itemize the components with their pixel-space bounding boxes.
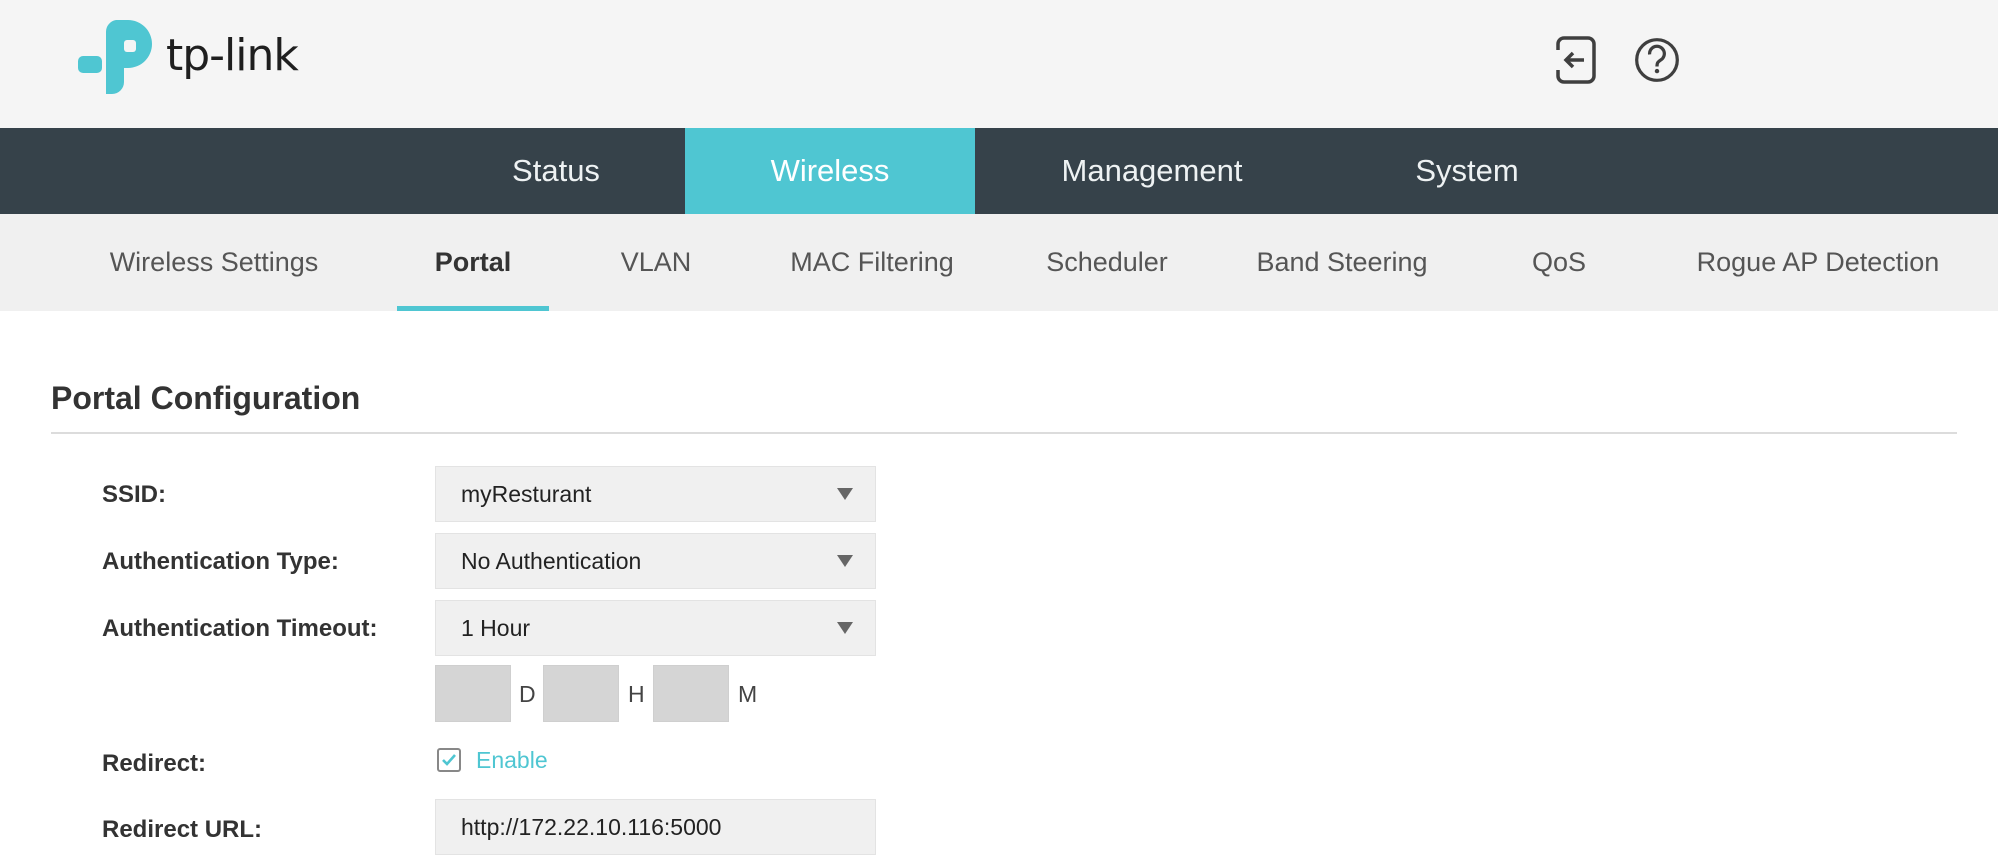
logo-text: tp-link [166,29,299,81]
auth-timeout-value: 1 Hour [461,614,531,641]
subtab-mac-filtering[interactable]: MAC Filtering [774,214,970,311]
tab-wireless[interactable]: Wireless [685,128,975,214]
tp-link-logo[interactable]: tp-link [78,18,299,102]
days-unit-label: D [519,681,536,707]
section-title: Portal Configuration [51,380,361,416]
logout-icon[interactable] [1552,34,1600,86]
tp-link-logo-icon [78,20,152,94]
auth-timeout-select[interactable]: 1 Hour [435,600,876,656]
chevron-down-icon [837,622,853,634]
chevron-down-icon [837,488,853,500]
checkmark-icon [442,754,456,766]
help-icon[interactable] [1633,34,1681,86]
timeout-hours-input[interactable] [543,665,619,722]
sub-nav: Wireless Settings Portal VLAN MAC Filter… [0,214,1998,311]
chevron-down-icon [837,555,853,567]
redirect-url-label: Redirect URL: [102,816,263,843]
auth-type-label: Authentication Type: [102,548,339,575]
header: tp-link [0,0,1998,128]
redirect-url-input[interactable]: http://172.22.10.116:5000 [435,799,876,855]
subtab-vlan[interactable]: VLAN [604,214,708,311]
redirect-enable-label[interactable]: Enable [476,747,548,774]
subtab-wireless-settings[interactable]: Wireless Settings [92,214,336,311]
subtab-portal[interactable]: Portal [397,214,549,311]
ssid-value: myResturant [461,480,592,507]
redirect-enable-checkbox[interactable] [437,748,461,772]
subtab-band-steering[interactable]: Band Steering [1242,214,1442,311]
main-nav: Status Wireless Management System [0,128,1998,214]
minutes-unit-label: M [738,681,758,707]
ssid-label: SSID: [102,481,167,508]
auth-timeout-label: Authentication Timeout: [102,615,378,642]
auth-type-value: No Authentication [461,547,642,574]
ssid-select[interactable]: myResturant [435,466,876,522]
subtab-qos[interactable]: QoS [1516,214,1602,311]
timeout-days-input[interactable] [435,665,511,722]
section-divider [51,432,1957,434]
hours-unit-label: H [628,681,645,707]
subtab-rogue-ap-detection[interactable]: Rogue AP Detection [1680,214,1956,311]
tab-status[interactable]: Status [472,128,640,214]
auth-type-select[interactable]: No Authentication [435,533,876,589]
tab-management[interactable]: Management [1026,128,1278,214]
redirect-label: Redirect: [102,750,207,777]
tab-system[interactable]: System [1378,128,1556,214]
timeout-minutes-input[interactable] [653,665,729,722]
subtab-scheduler[interactable]: Scheduler [1034,214,1180,311]
